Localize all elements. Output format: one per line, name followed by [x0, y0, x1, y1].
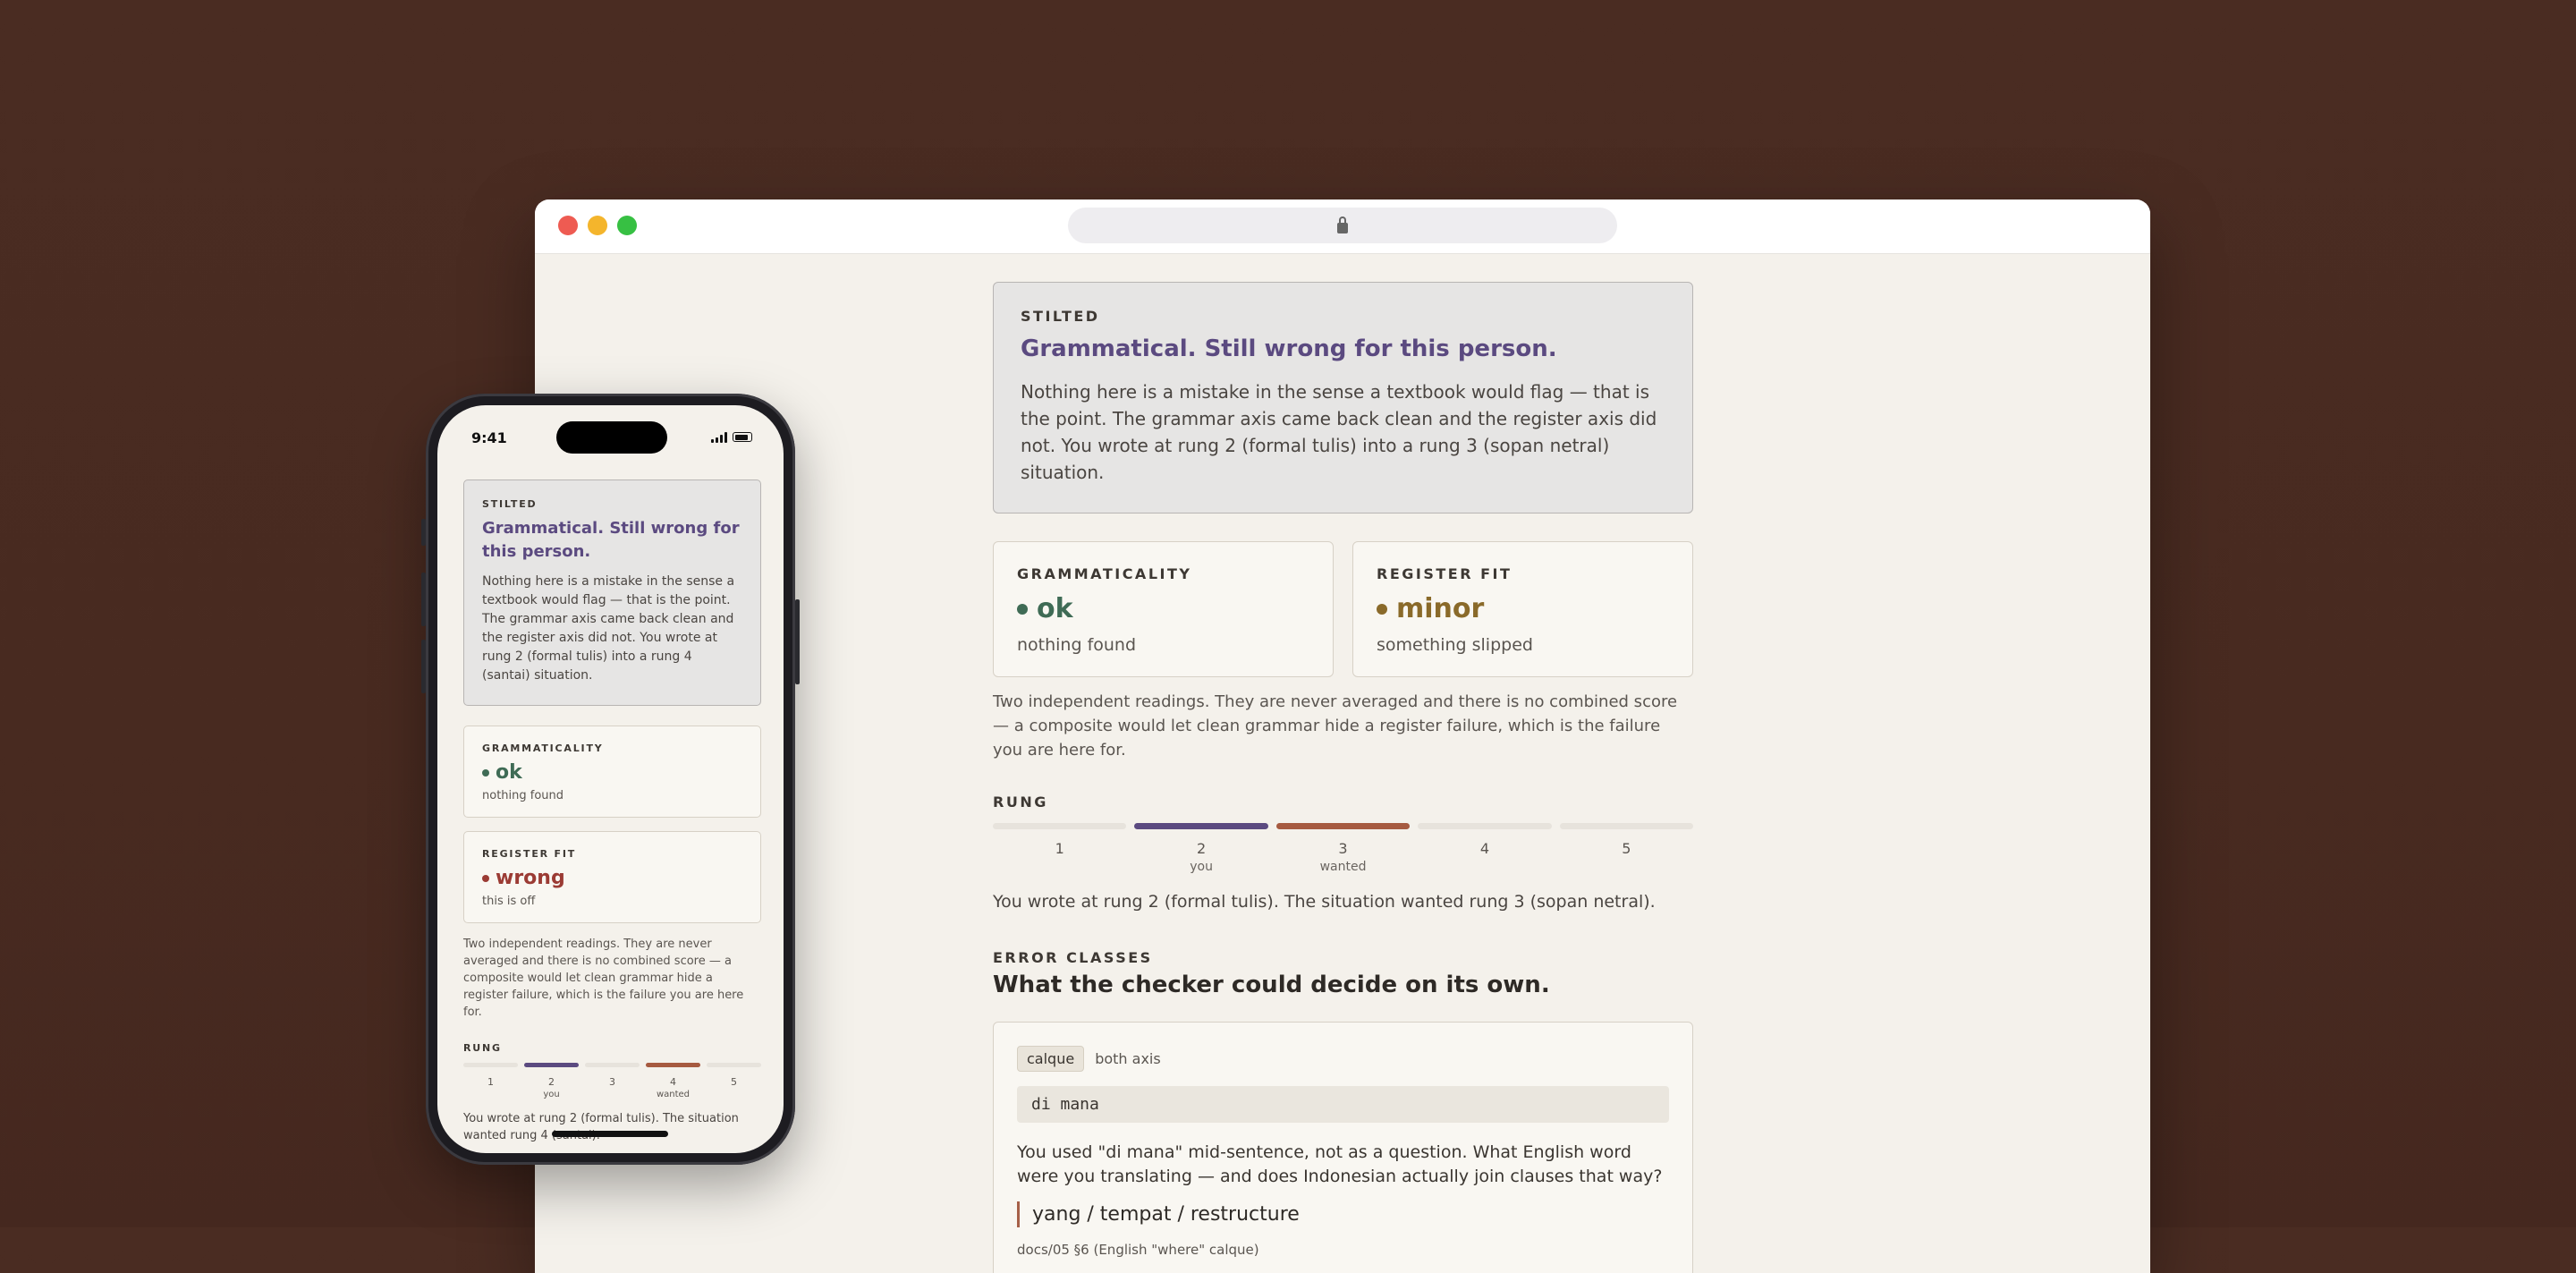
phone-rung-scale: RUNG 1 2 you 3 4 wanted 5 — [463, 1042, 761, 1101]
phone-volume-up-button — [421, 573, 426, 626]
phone-rung-label: RUNG — [463, 1042, 502, 1054]
rung-bar-2 — [524, 1063, 579, 1067]
verdict-body: Nothing here is a mistake in the sense a… — [1021, 381, 1657, 483]
rung-bar-5 — [707, 1063, 761, 1067]
rung-tick-number: 2 — [1197, 840, 1207, 857]
grammaticality-value: ok — [1037, 593, 1073, 624]
phone-register-fit-value: wrong — [496, 867, 565, 889]
register-fit-value: minor — [1396, 593, 1485, 624]
error-card: calque both axis di mana You used "di ma… — [993, 1022, 1693, 1273]
rung-tick-number: 5 — [731, 1076, 737, 1088]
rung-tick-number: 3 — [1338, 840, 1348, 857]
phone-grammaticality-card: GRAMMATICALITY ok nothing found — [463, 726, 761, 818]
phone-screen: 9:41 STILTED Grammatical. Still wrong fo… — [437, 405, 784, 1153]
rung-tick-marker: you — [1190, 860, 1213, 874]
verdict-label: STILTED — [1021, 308, 1100, 325]
grammaticality-sub: nothing found — [1017, 635, 1137, 655]
page-content: STILTED Grammatical. Still wrong for thi… — [993, 282, 1694, 1273]
rung-tick-4: 4 — [1418, 840, 1551, 876]
rung-bar-2 — [1134, 823, 1268, 829]
rung-tick-number: 5 — [1622, 840, 1631, 857]
error-question: You used "di mana" mid-sentence, not as … — [1017, 1142, 1663, 1186]
close-button[interactable] — [558, 216, 578, 235]
battery-icon — [733, 432, 752, 442]
error-classes: ERROR CLASSES What the checker could dec… — [993, 949, 1693, 1273]
rung-tick-5: 5 — [707, 1076, 761, 1101]
error-class-chip[interactable]: calque — [1017, 1046, 1085, 1072]
phone-grammaticality-value: ok — [496, 761, 522, 784]
rung-tick-1: 1 — [993, 840, 1126, 876]
rung-tick-marker: wanted — [1319, 860, 1367, 874]
rung-bar-1 — [463, 1063, 518, 1067]
maximize-button[interactable] — [617, 216, 637, 235]
phone-register-fit-card: REGISTER FIT wrong this is off — [463, 831, 761, 923]
error-fix: yang / tempat / restructure — [1017, 1201, 1669, 1227]
rung-tick-2: 2 you — [524, 1076, 579, 1101]
rung-bar-4 — [1418, 823, 1552, 829]
dynamic-island — [556, 421, 667, 454]
rung-scale: RUNG 1 2 you 3 wanted 4 5 — [993, 794, 1694, 876]
status-dot-icon — [482, 768, 489, 777]
rung-summary: You wrote at rung 2 (formal tulis). The … — [993, 892, 1656, 912]
rung-tick-1: 1 — [463, 1076, 518, 1101]
rung-tick-number: 3 — [609, 1076, 615, 1088]
rung-bar-3 — [1275, 823, 1411, 829]
rung-tick-3: 3 — [585, 1076, 640, 1101]
readings-note: Two independent readings. They are never… — [993, 692, 1678, 760]
phone-register-fit-label: REGISTER FIT — [482, 848, 577, 860]
minimize-button[interactable] — [588, 216, 607, 235]
signal-icon — [711, 432, 727, 443]
rung-tick-marker: you — [543, 1090, 560, 1099]
title-bar — [535, 199, 2150, 254]
rung-tick-2: 2 you — [1134, 840, 1267, 876]
verdict-banner: STILTED Grammatical. Still wrong for thi… — [993, 282, 1693, 513]
register-fit-sub: something slipped — [1377, 635, 1533, 655]
grammaticality-label: GRAMMATICALITY — [1017, 565, 1192, 582]
rung-tick-number: 2 — [548, 1076, 555, 1088]
register-fit-card: REGISTER FIT minor something slipped — [1352, 541, 1693, 677]
rung-bar-1 — [993, 823, 1127, 829]
phone-verdict-title: Grammatical. Still wrong for this person… — [482, 519, 740, 561]
phone-grammaticality-sub: nothing found — [482, 789, 564, 802]
address-bar[interactable] — [1068, 208, 1617, 243]
lock-icon — [1337, 216, 1348, 233]
phone-power-button — [795, 599, 800, 684]
rung-bar-4 — [646, 1063, 700, 1067]
phone-rung-summary: You wrote at rung 2 (formal tulis). The … — [463, 1112, 739, 1142]
phone-grammaticality-label: GRAMMATICALITY — [482, 743, 604, 754]
grammaticality-card: GRAMMATICALITY ok nothing found — [993, 541, 1334, 677]
error-snippet: di mana — [1017, 1086, 1669, 1123]
status-dot-icon — [1017, 603, 1028, 615]
error-axis: both axis — [1095, 1050, 1161, 1067]
verdict-title: Grammatical. Still wrong for this person… — [1021, 335, 1557, 362]
phone-volume-down-button — [421, 640, 426, 693]
rung-tick-5: 5 — [1560, 840, 1693, 876]
rung-label: RUNG — [993, 794, 1048, 810]
rung-tick-4: 4 wanted — [646, 1076, 700, 1101]
error-classes-label: ERROR CLASSES — [993, 949, 1153, 966]
status-dot-icon — [1377, 603, 1387, 615]
rung-tick-3: 3 wanted — [1276, 840, 1410, 876]
rung-bar-3 — [585, 1063, 640, 1067]
rung-tick-number: 4 — [670, 1076, 676, 1088]
rung-bar-5 — [1559, 823, 1694, 829]
home-indicator — [552, 1131, 668, 1137]
phone-content: STILTED Grammatical. Still wrong for thi… — [463, 479, 761, 1144]
phone-verdict-body: Nothing here is a mistake in the sense a… — [482, 574, 735, 683]
status-dot-icon — [482, 874, 489, 882]
phone-mockup: 9:41 STILTED Grammatical. Still wrong fo… — [421, 394, 800, 1165]
phone-verdict-banner: STILTED Grammatical. Still wrong for thi… — [463, 479, 761, 706]
error-doc-reference[interactable]: docs/05 §6 (English "where" calque) — [1017, 1242, 1669, 1258]
phone-action-button — [421, 519, 426, 546]
rung-tick-number: 4 — [1479, 840, 1490, 857]
register-fit-label: REGISTER FIT — [1377, 565, 1513, 582]
error-classes-title: What the checker could decide on its own… — [993, 972, 1550, 998]
phone-readings-note: Two independent readings. They are never… — [463, 938, 744, 1019]
rung-tick-number: 1 — [487, 1076, 494, 1088]
rung-tick-number: 1 — [1055, 840, 1064, 857]
status-time: 9:41 — [471, 429, 507, 446]
phone-register-fit-sub: this is off — [482, 895, 536, 908]
rung-tick-marker: wanted — [656, 1090, 691, 1099]
phone-verdict-label: STILTED — [482, 498, 538, 510]
